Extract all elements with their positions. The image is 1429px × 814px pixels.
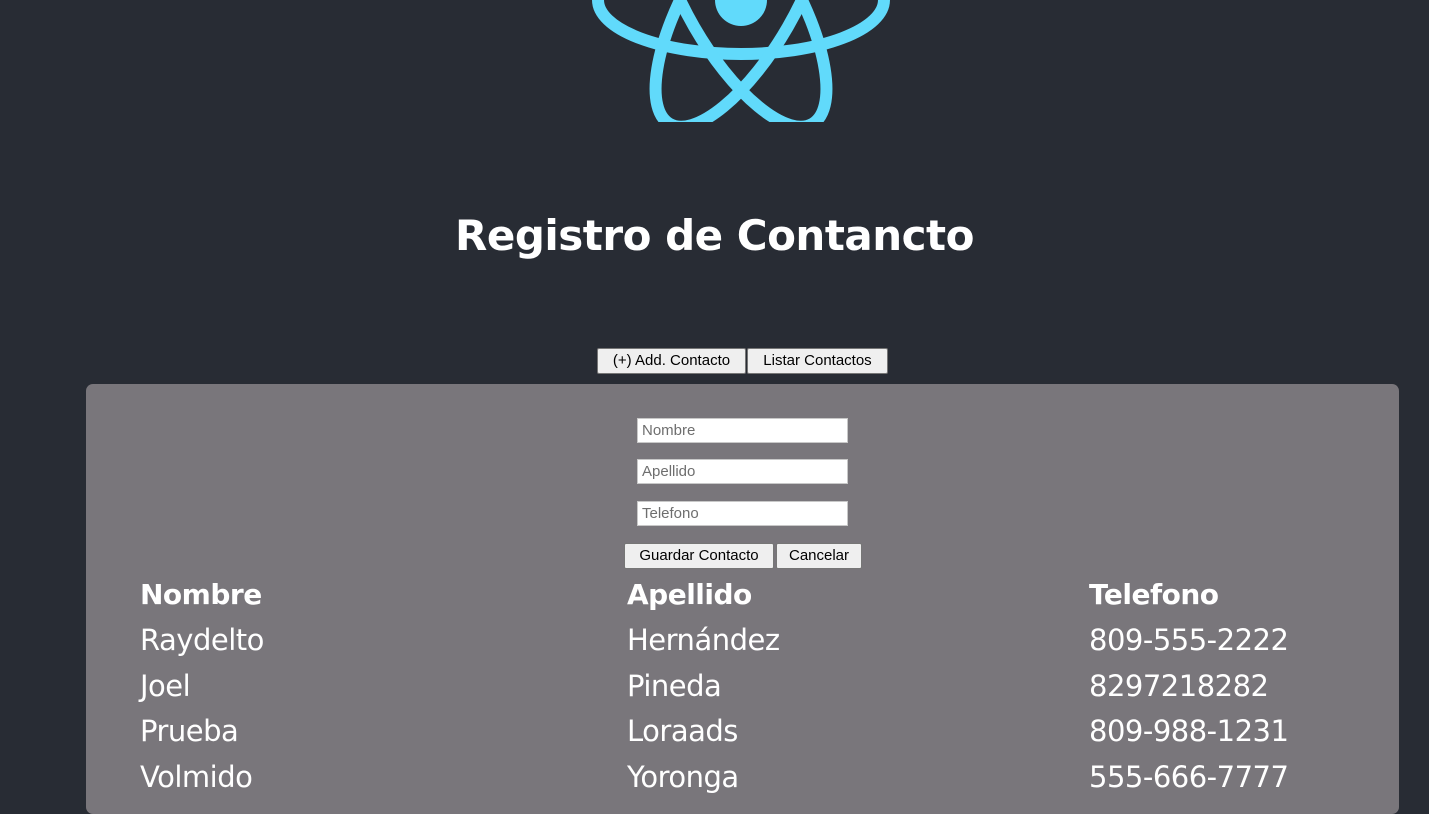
- cell-apellido: Pineda: [627, 669, 722, 703]
- page-title: Registro de Contancto: [455, 211, 974, 260]
- telefono-input[interactable]: [637, 501, 848, 526]
- react-logo-icon: [592, 0, 890, 122]
- column-header-apellido: Apellido: [627, 578, 752, 611]
- save-contact-button[interactable]: Guardar Contacto: [624, 543, 774, 569]
- column-header-telefono: Telefono: [1089, 578, 1219, 611]
- cell-apellido: Hernández: [627, 623, 780, 657]
- cell-telefono: 8297218282: [1089, 669, 1269, 703]
- cell-nombre: Volmido: [140, 760, 253, 794]
- cell-apellido: Loraads: [627, 714, 738, 748]
- list-contacts-button[interactable]: Listar Contactos: [747, 348, 888, 374]
- cell-apellido: Yoronga: [627, 760, 739, 794]
- cell-nombre: Joel: [140, 669, 191, 703]
- apellido-input[interactable]: [637, 459, 848, 484]
- column-header-nombre: Nombre: [140, 578, 262, 611]
- cell-nombre: Raydelto: [140, 623, 264, 657]
- cancel-button[interactable]: Cancelar: [776, 543, 862, 569]
- cell-telefono: 555-666-7777: [1089, 760, 1289, 794]
- cell-nombre: Prueba: [140, 714, 239, 748]
- cell-telefono: 809-988-1231: [1089, 714, 1289, 748]
- nombre-input[interactable]: [637, 418, 848, 443]
- cell-telefono: 809-555-2222: [1089, 623, 1289, 657]
- add-contact-button[interactable]: (+) Add. Contacto: [597, 348, 746, 374]
